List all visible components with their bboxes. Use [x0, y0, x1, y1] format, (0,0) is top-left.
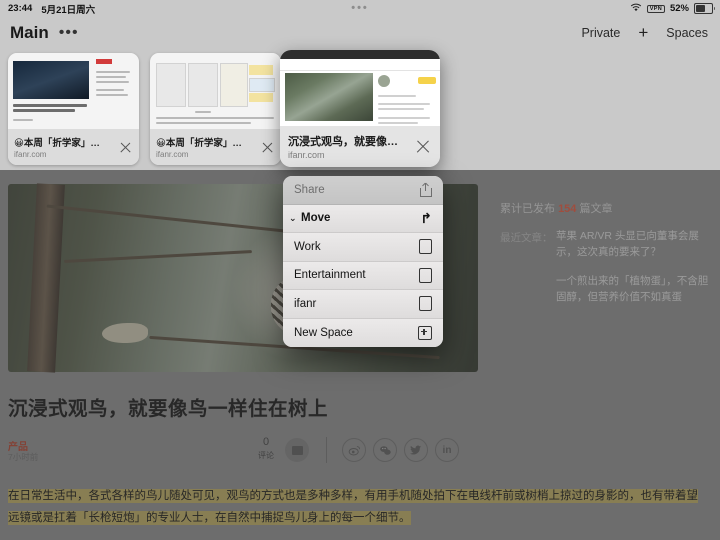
bird-shape: [102, 323, 148, 344]
stats-number: 154: [558, 203, 577, 215]
menu-item-label: ifanr: [294, 297, 317, 310]
wechat-icon[interactable]: [373, 438, 397, 462]
tab-overview-bar: Main ••• Private + Spaces: [0, 17, 720, 48]
menu-item-label: Move: [301, 212, 331, 225]
thumbnail-hero-image: [285, 73, 373, 121]
wifi-icon: [630, 3, 642, 15]
active-tab-card[interactable]: 沉浸式观鸟，就要像… ifanr.com: [280, 50, 440, 167]
status-bar: 23:44 5月21日周六 ••• VPN 52%: [0, 0, 720, 17]
list-item[interactable]: 一个煎出来的「植物蛋」，不含胆固醇，但营养价值不如真蛋: [556, 273, 716, 306]
tab-footer: 😀本周「折学家」… ifanr.com: [8, 129, 139, 165]
share-icon-row: in: [342, 438, 459, 462]
menu-item-entertainment[interactable]: Entertainment: [283, 261, 443, 290]
divider: [326, 437, 327, 463]
follow-button-mock: [418, 77, 436, 84]
list-item[interactable]: 苹果 AR/VR 头显已向董事会展示，这次真的要来了？: [556, 228, 716, 261]
menu-item-label: Entertainment: [294, 269, 366, 282]
article-timestamp: 7小时前: [8, 452, 39, 462]
context-menu: Share ⌄ Move ↱ Work Entertainment ifanr …: [283, 176, 443, 347]
battery-percent: 52%: [669, 3, 689, 14]
twitter-icon[interactable]: [404, 438, 428, 462]
space-more-button[interactable]: •••: [59, 24, 79, 40]
tab-close-button[interactable]: [118, 140, 133, 155]
active-tab-close-button[interactable]: [414, 138, 432, 156]
multitask-handle[interactable]: •••: [0, 3, 720, 14]
space-title[interactable]: Main: [10, 23, 49, 43]
chevron-down-icon: ⌄: [289, 212, 297, 223]
thumbnail-sidebar: [378, 73, 436, 124]
linkedin-icon[interactable]: in: [435, 438, 459, 462]
tab-thumbnail: [150, 53, 281, 129]
empty-box-icon: [419, 239, 432, 255]
status-right-group: VPN 52%: [630, 3, 715, 15]
menu-item-move[interactable]: ⌄ Move ↱: [283, 204, 443, 233]
menu-item-share[interactable]: Share: [283, 176, 443, 205]
recent-articles-label: 最近文章：: [500, 232, 553, 244]
menu-item-new-space[interactable]: New Space: [283, 318, 443, 347]
tab-footer: 😀本周「折学家」… ifanr.com: [150, 129, 281, 165]
active-tab-host: ifanr.com: [288, 150, 325, 160]
overview-actions: Private + Spaces: [581, 24, 708, 41]
article-body: 在日常生活中，各式各样的鸟儿随处可见，观鸟的方式也是多种多样，有用手机随处拍下在…: [8, 485, 708, 529]
menu-item-label: Work: [294, 240, 321, 253]
move-arrow-icon: ↱: [420, 209, 432, 226]
recent-articles-list: 苹果 AR/VR 头显已向董事会展示，这次真的要来了？ 一个煎出来的「植物蛋」，…: [556, 228, 716, 305]
stats-suffix: 篇文章: [579, 203, 613, 215]
tab-thumbnail: [8, 53, 139, 129]
comment-icon[interactable]: [285, 438, 309, 462]
active-tab-thumbnail: [280, 50, 440, 126]
vpn-badge: VPN: [646, 4, 665, 13]
active-tab-title: 沉浸式观鸟，就要像…: [288, 136, 398, 148]
menu-item-work[interactable]: Work: [283, 233, 443, 262]
empty-box-icon: [419, 267, 432, 283]
menu-item-ifanr[interactable]: ifanr: [283, 290, 443, 319]
highlighted-text: 在日常生活中，各式各样的鸟儿随处可见，观鸟的方式也是多种多样，有用手机随处拍下在…: [8, 489, 698, 526]
author-avatar: [378, 75, 390, 87]
battery-icon: [694, 3, 715, 14]
browser-titlebar-mock: [280, 50, 440, 59]
branch-shape: [46, 204, 304, 235]
site-navbar-mock: [280, 59, 440, 71]
new-tab-button[interactable]: +: [638, 24, 648, 41]
share-icon: [420, 182, 432, 197]
tab-card[interactable]: 😀本周「折学家」… ifanr.com: [8, 53, 139, 165]
page-title: 沉浸式观鸟，就要像鸟一样住在树上: [8, 398, 329, 420]
branch-shape: [64, 250, 253, 264]
comment-stats: 0 评论: [258, 436, 274, 461]
spaces-button[interactable]: Spaces: [666, 26, 708, 40]
private-button[interactable]: Private: [581, 26, 620, 40]
tab-close-button[interactable]: [260, 140, 275, 155]
empty-box-icon: [419, 296, 432, 312]
comment-label: 评论: [258, 451, 274, 460]
tab-title: 😀本周「折学家」…: [14, 138, 100, 149]
tab-host: ifanr.com: [14, 150, 47, 159]
active-tab-footer: 沉浸式观鸟，就要像… ifanr.com: [280, 126, 440, 167]
menu-item-label: New Space: [294, 326, 353, 339]
box-plus-icon: [418, 325, 432, 340]
tab-title: 😀本周「折学家」…: [156, 138, 242, 149]
stats-prefix: 累计已发布: [500, 203, 555, 215]
weibo-icon[interactable]: [342, 438, 366, 462]
tab-host: ifanr.com: [156, 150, 189, 159]
menu-item-label: Share: [294, 183, 325, 196]
comment-count: 0: [262, 436, 270, 448]
tree-trunk-shape: [26, 183, 65, 373]
publish-stats: 累计已发布 154 篇文章: [500, 200, 612, 216]
tab-card[interactable]: 😀本周「折学家」… ifanr.com: [150, 53, 281, 165]
